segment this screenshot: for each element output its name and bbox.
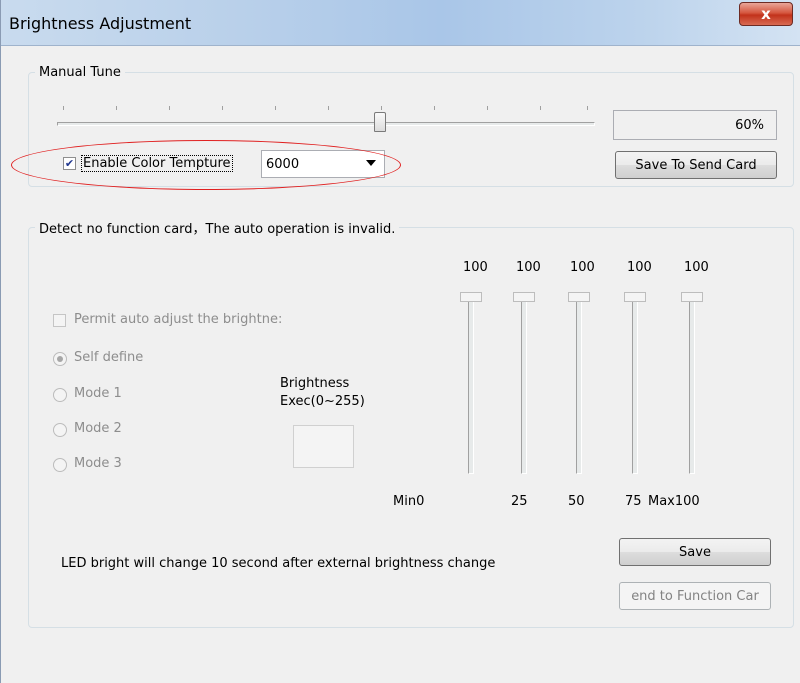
color-temp-value: 6000: [266, 156, 300, 172]
scale-25-label: 25: [511, 494, 528, 509]
send-to-function-card-button[interactable]: end to Function Car: [619, 582, 771, 610]
vertical-slider-thumb[interactable]: [568, 292, 590, 302]
save-button[interactable]: Save: [619, 538, 771, 566]
scale-max-label: Max100: [648, 494, 700, 509]
manual-tune-legend: Manual Tune: [39, 65, 121, 80]
vertical-slider-3[interactable]: [564, 290, 594, 480]
radio-selected-dot: [57, 356, 63, 362]
slider-tick: [587, 106, 588, 110]
slider-thumb[interactable]: [373, 112, 386, 132]
vertical-slider-thumb[interactable]: [681, 292, 703, 302]
slider-tick: [540, 106, 541, 110]
scale-min-label: Min0: [393, 494, 425, 509]
vertical-slider-thumb[interactable]: [460, 292, 482, 302]
slider-value-5: 100: [684, 260, 709, 275]
slider-track[interactable]: [57, 122, 595, 126]
slider-tick: [381, 106, 382, 110]
radio-mode-2-label: Mode 2: [74, 421, 122, 436]
checkmark-icon: ✔: [64, 157, 75, 170]
slider-value-3: 100: [570, 260, 595, 275]
brightness-dialog: Brightness Adjustment x Manual Tune 60% …: [0, 0, 800, 683]
slider-tick: [487, 106, 488, 110]
slider-value-1: 100: [463, 260, 488, 275]
vertical-slider-track: [689, 296, 695, 474]
vertical-slider-track: [632, 296, 638, 474]
auto-brightness-legend: Detect no function card，The auto operati…: [39, 222, 396, 237]
slider-tick: [434, 106, 435, 110]
radio-mode-3-label: Mode 3: [74, 456, 122, 471]
permit-auto-adjust-label: Permit auto adjust the brightne:: [74, 312, 283, 327]
scale-75-label: 75: [625, 494, 642, 509]
enable-color-temp-label[interactable]: Enable Color Tempture: [81, 155, 233, 172]
save-to-send-card-button[interactable]: Save To Send Card: [615, 151, 777, 179]
manual-tune-slider[interactable]: [51, 100, 601, 140]
slider-value-2: 100: [516, 260, 541, 275]
slider-tick: [222, 106, 223, 110]
led-bright-note: LED bright will change 10 second after e…: [61, 556, 496, 571]
close-button[interactable]: x: [739, 2, 793, 26]
exec-range-label: Exec(0~255): [280, 394, 365, 409]
vertical-slider-5[interactable]: [677, 290, 707, 480]
vertical-slider-thumb[interactable]: [513, 292, 535, 302]
close-icon: x: [761, 5, 771, 23]
radio-mode-1-label: Mode 1: [74, 386, 122, 401]
dropdown-arrow-icon: [366, 160, 376, 166]
save-button-label: Save: [679, 544, 711, 560]
vertical-slider-thumb[interactable]: [624, 292, 646, 302]
slider-value-4: 100: [627, 260, 652, 275]
scale-50-label: 50: [568, 494, 585, 509]
title-bar[interactable]: Brightness Adjustment x: [1, 0, 800, 46]
vertical-slider-track: [468, 296, 474, 474]
vertical-slider-1[interactable]: [456, 290, 486, 480]
slider-tick: [63, 106, 64, 110]
vertical-slider-2[interactable]: [509, 290, 539, 480]
save-to-send-card-label: Save To Send Card: [635, 157, 757, 173]
radio-self-define-label: Self define: [74, 350, 144, 365]
vertical-slider-4[interactable]: [620, 290, 650, 480]
permit-auto-adjust-checkbox[interactable]: [53, 314, 66, 327]
exec-value-box[interactable]: [293, 425, 354, 468]
send-to-function-card-label: end to Function Car: [631, 588, 759, 604]
color-temp-select[interactable]: 6000: [261, 150, 385, 178]
enable-color-temp-checkbox[interactable]: ✔: [63, 157, 76, 170]
brightness-percent-box: 60%: [613, 110, 777, 140]
radio-mode-1[interactable]: [53, 388, 67, 402]
radio-mode-3[interactable]: [53, 458, 67, 472]
slider-tick: [275, 106, 276, 110]
vertical-slider-track: [521, 296, 527, 474]
vertical-slider-track: [576, 296, 582, 474]
slider-tick: [328, 106, 329, 110]
radio-mode-2[interactable]: [53, 423, 67, 437]
window-title: Brightness Adjustment: [9, 14, 192, 33]
slider-tick: [116, 106, 117, 110]
brightness-label: Brightness: [280, 376, 350, 391]
radio-self-define[interactable]: [53, 352, 67, 366]
brightness-percent: 60%: [735, 117, 764, 133]
slider-tick: [169, 106, 170, 110]
